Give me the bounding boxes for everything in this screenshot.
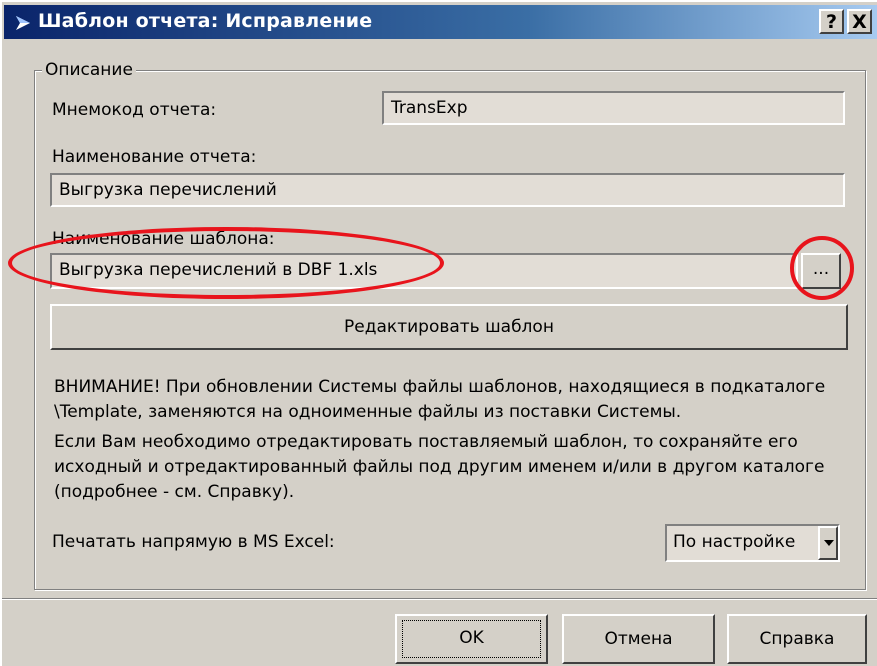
description-group-legend: Описание <box>42 60 136 80</box>
report-name-label: Наименование отчета: <box>52 147 257 167</box>
template-name-field[interactable]: Выгрузка перечислений в DBF 1.xls <box>50 253 798 289</box>
notice-line-5: (подробнее - см. Справку). <box>54 482 295 502</box>
focus-rect <box>402 620 541 658</box>
browse-button[interactable]: ... <box>801 253 841 289</box>
print-mode-value: По настройке <box>673 532 796 552</box>
dialog-window: Шаблон отчета: Исправление ? X Описание … <box>0 0 877 666</box>
report-name-field[interactable]: Выгрузка перечислений <box>50 173 845 207</box>
chevron-down-icon[interactable] <box>818 526 838 560</box>
mnemocode-label: Мнемокод отчета: <box>52 100 217 120</box>
help-title-button[interactable]: ? <box>819 9 844 34</box>
template-name-value: Выгрузка перечислений в DBF 1.xls <box>59 260 378 280</box>
mnemocode-field[interactable]: TransExp <box>382 91 845 125</box>
notice-line-3: Если Вам необходимо отредактировать пост… <box>54 432 798 452</box>
ok-button[interactable]: OK <box>395 614 548 664</box>
mnemocode-value: TransExp <box>391 98 468 118</box>
window-title: Шаблон отчета: Исправление <box>38 10 373 32</box>
help-button[interactable]: Справка <box>727 614 867 664</box>
title-bar[interactable]: Шаблон отчета: Исправление ? X <box>4 5 877 39</box>
print-excel-label: Печатать напрямую в MS Excel: <box>52 532 335 552</box>
notice-line-4: исходный и отредактированный файлы под д… <box>54 457 825 477</box>
cancel-button[interactable]: Отмена <box>562 614 715 664</box>
print-mode-select[interactable]: По настройке <box>665 524 840 562</box>
template-name-label: Наименование шаблона: <box>52 229 275 249</box>
report-name-value: Выгрузка перечислений <box>59 180 277 200</box>
footer-separator <box>2 598 877 600</box>
app-icon <box>14 14 32 36</box>
notice-line-1: ВНИМАНИЕ! При обновлении Системы файлы ш… <box>54 377 826 397</box>
close-button[interactable]: X <box>847 9 872 34</box>
notice-line-2: \Template, заменяются на одноименные фай… <box>54 402 682 422</box>
edit-template-button[interactable]: Редактировать шаблон <box>50 304 848 350</box>
